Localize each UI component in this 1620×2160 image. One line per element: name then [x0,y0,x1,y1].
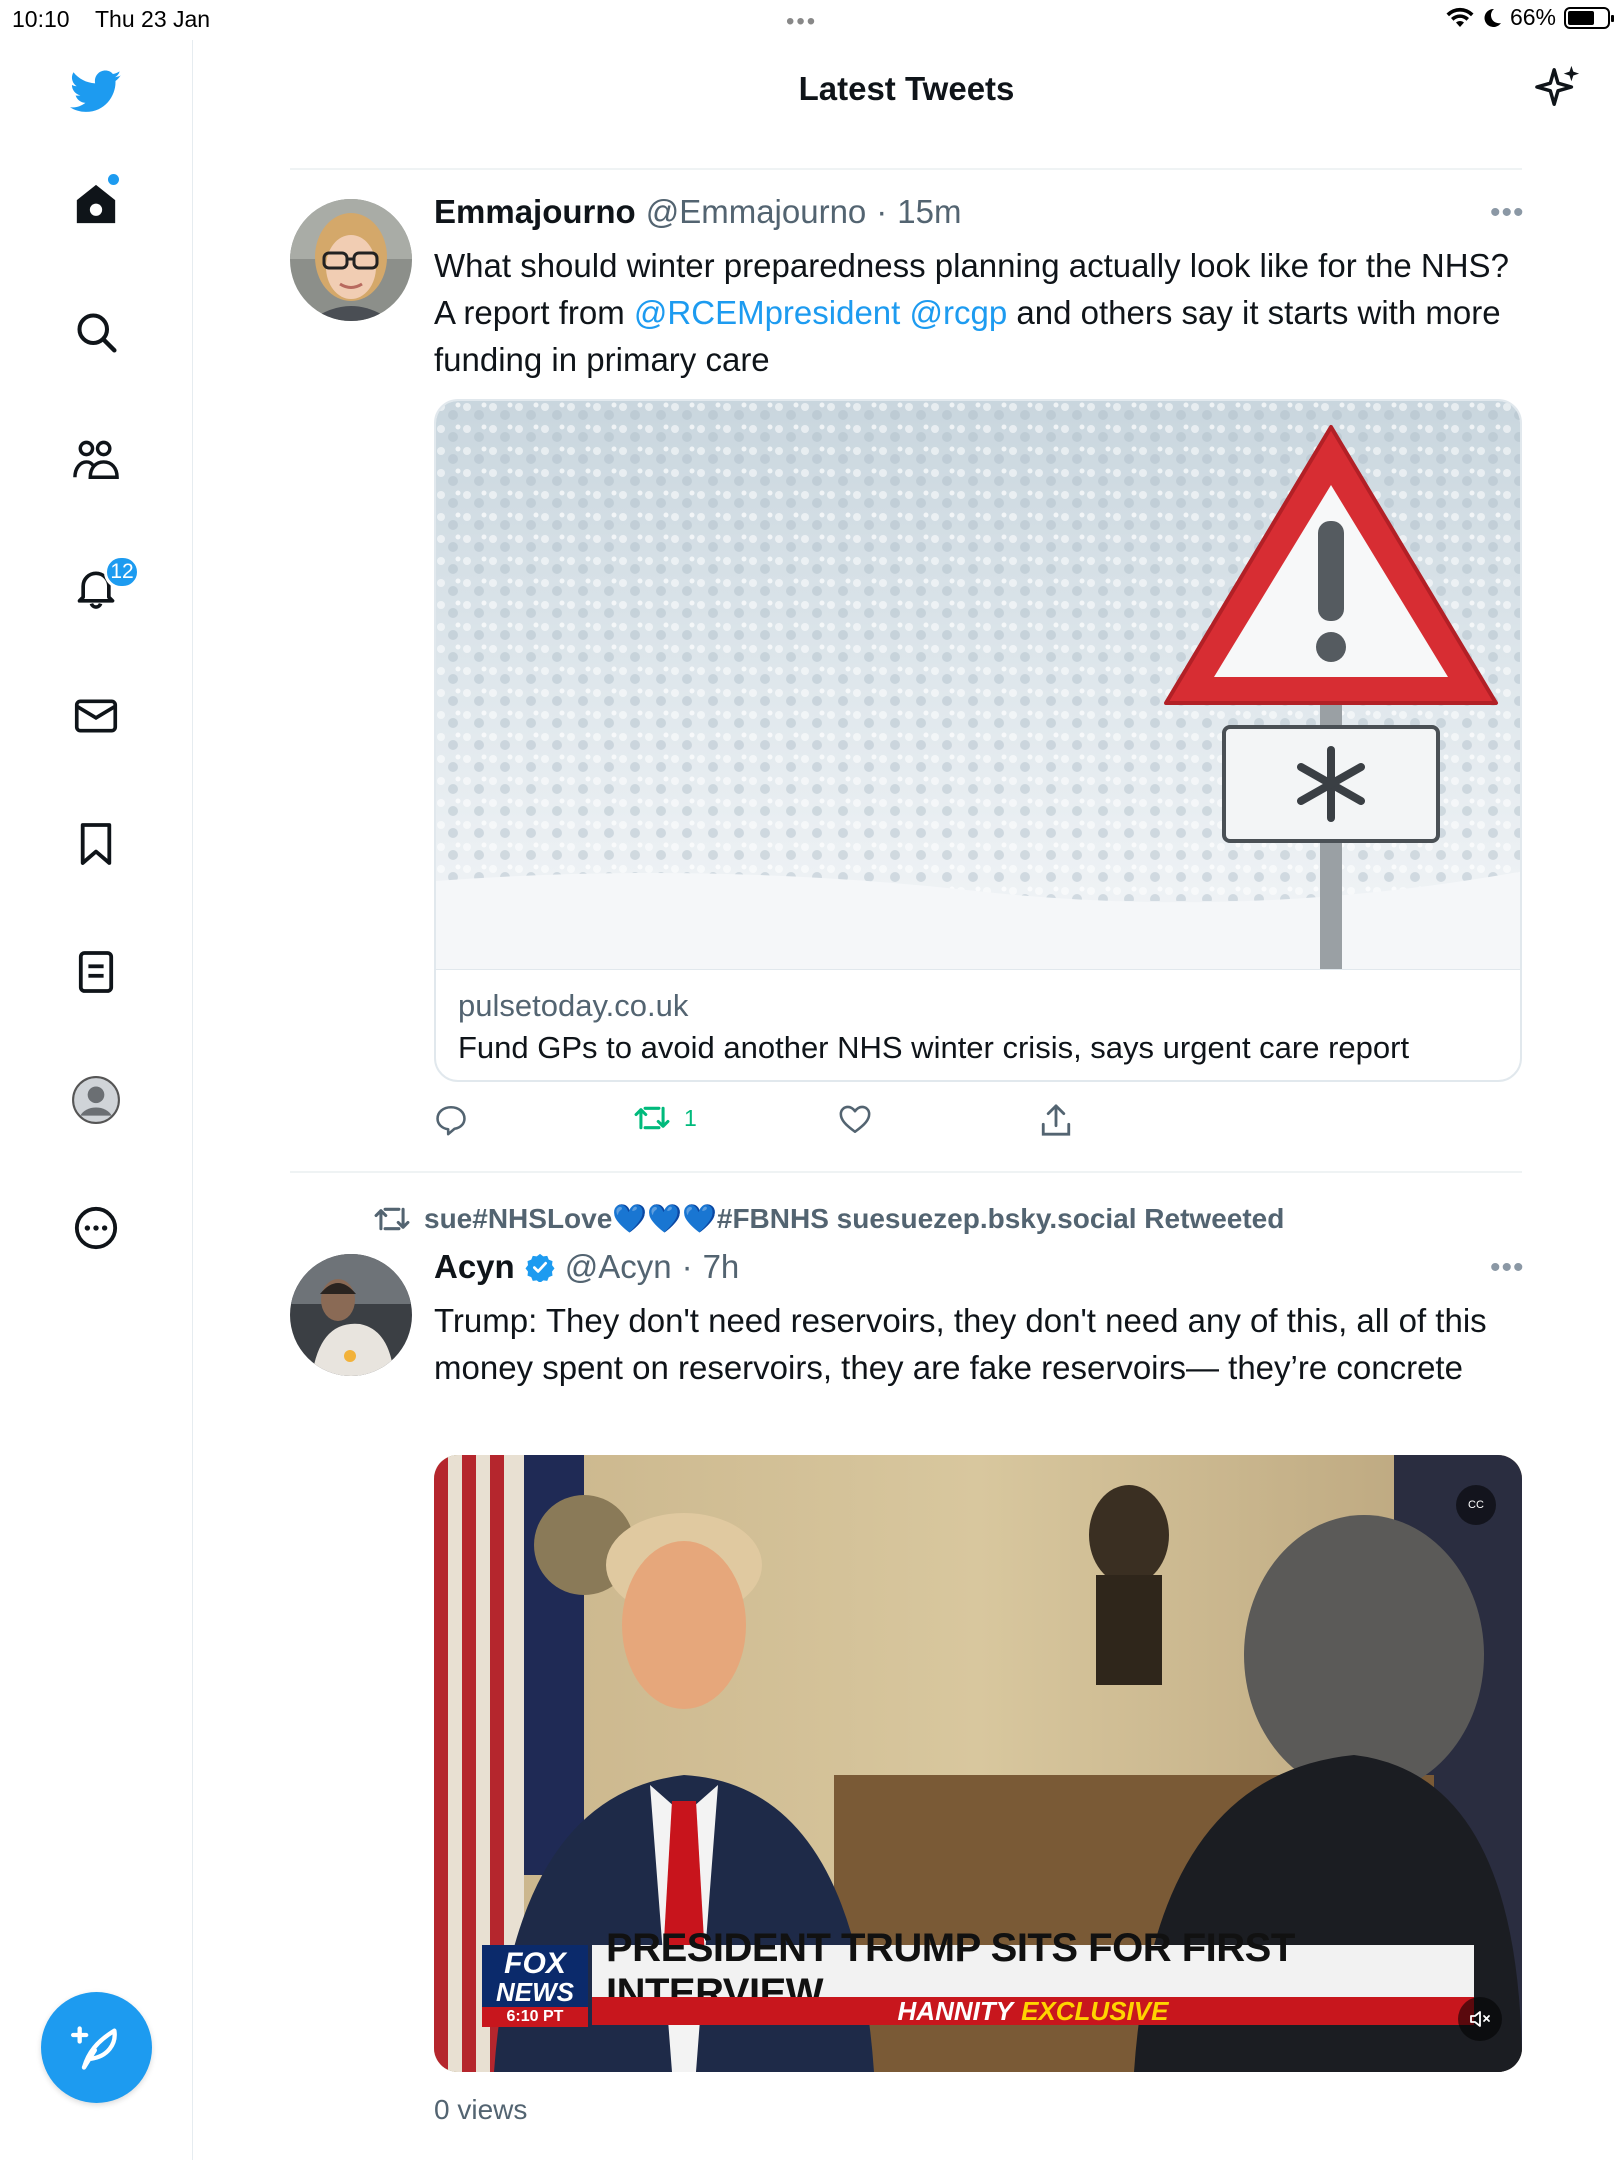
card-title: Fund GPs to avoid another NHS winter cri… [458,1030,1410,1065]
mute-toggle-icon[interactable] [1458,1997,1502,2041]
author-handle[interactable]: @Acyn [565,1248,672,1286]
link-card[interactable]: pulsetoday.co.uk Fund GPs to avoid anoth… [434,399,1522,1082]
home-icon[interactable] [70,178,122,230]
like-button[interactable] [838,1103,872,1135]
card-domain: pulsetoday.co.uk [458,988,689,1023]
tweet-header: Acyn @Acyn · 7h [434,1248,739,1286]
retweet-button[interactable]: 1 [634,1103,697,1133]
compose-feather-icon [70,2025,117,2070]
status-time: 10:10 [12,6,70,32]
moon-icon [1484,8,1501,27]
lists-icon[interactable] [70,946,122,998]
heart-icon [839,1105,871,1134]
tweet-actions: 1 [434,1103,1134,1143]
timeline-header: Latest Tweets [193,40,1620,170]
author-name[interactable]: Emmajourno [434,193,636,231]
mention-link[interactable]: @RCEMpresident [634,294,900,331]
card-image [436,401,1520,969]
status-date: Thu 23 Jan [95,6,211,32]
reply-button[interactable] [434,1103,468,1137]
wifi-icon [1446,7,1474,27]
search-icon[interactable] [70,306,122,358]
chyron-headline: PRESIDENT TRUMP SITS FOR FIRST INTERVIEW [592,1926,1474,2015]
retweet-count: 1 [684,1104,697,1131]
retweeted-by-line[interactable]: sue#NHSLove💙💙💙#FBNHS suesuezep.bsky.soci… [374,1202,1284,1235]
separator-dot: · [681,1248,693,1285]
communities-icon[interactable] [70,434,122,486]
verified-badge-icon [525,1253,555,1282]
home-unread-dot [108,174,119,185]
news-chyron: FOX NEWS 6:10 PT PRESIDENT TRUMP SITS FO… [482,1926,1474,2027]
retweeted-by-text: sue#NHSLove💙💙💙#FBNHS suesuezep.bsky.soci… [424,1203,1285,1234]
tweet-time[interactable]: 7h [703,1248,740,1286]
mention-link[interactable]: @rcgp [910,294,1008,331]
video-player[interactable]: CC FOX NEWS 6:10 PT PRESIDENT TRUMP SITS… [434,1455,1522,2072]
share-button[interactable] [1040,1103,1072,1137]
retweet-icon [634,1106,670,1130]
notification-count-badge: 12 [104,555,140,589]
reply-icon [436,1105,466,1136]
retweet-small-icon [374,1207,410,1230]
tweet-header: Emmajourno @Emmajourno · 15m [434,193,961,231]
profile-avatar-icon[interactable] [70,1074,122,1126]
avatar[interactable] [290,199,412,321]
tweet-more-icon[interactable]: ••• [1490,1251,1525,1285]
compose-tweet-button[interactable] [41,1992,152,2103]
bookmarks-icon[interactable] [70,818,122,870]
more-options-icon[interactable] [70,1202,122,1254]
card-footer: pulsetoday.co.uk Fund GPs to avoid anoth… [436,969,1520,1080]
status-bar: 10:10 Thu 23 Jan ••• 66% [0,0,1620,40]
twitter-logo-icon[interactable] [70,66,122,118]
fox-news-logo: FOX NEWS 6:10 PT [482,1945,588,2027]
chyron-subline: HANNITY EXCLUSIVE [592,1996,1474,2026]
view-count: 0 views [434,2094,528,2125]
avatar[interactable] [290,1254,412,1376]
sparkle-timeline-switch-icon[interactable] [1535,64,1581,110]
share-icon [1041,1104,1071,1136]
tweet-more-icon[interactable]: ••• [1490,196,1525,230]
separator-dot: · [876,193,888,230]
messages-envelope-icon[interactable] [70,690,122,742]
battery-percent: 66% [1509,4,1556,30]
tweet-text: Trump: They don't need reservoirs, they … [434,1302,1487,1386]
header-divider [290,168,1522,170]
page-title: Latest Tweets [798,70,1015,107]
closed-captions-button[interactable]: CC [1456,1485,1496,1525]
battery-icon [1564,6,1614,29]
author-handle[interactable]: @Emmajourno [646,193,867,231]
tweet-time[interactable]: 15m [897,193,961,231]
author-name[interactable]: Acyn [434,1248,515,1286]
multitasking-dots-icon[interactable]: ••• [786,8,817,36]
tweet-divider [290,1171,1522,1173]
tweet-text: What should winter preparedness planning… [434,247,1509,378]
